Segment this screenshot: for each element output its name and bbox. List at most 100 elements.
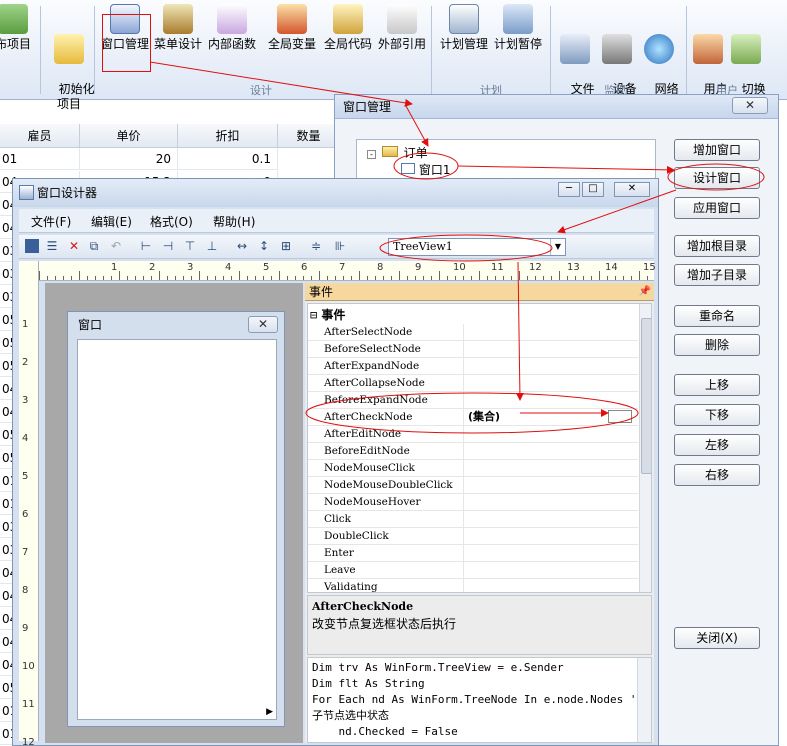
horizontal-spacing-icon[interactable]: ⊪ <box>329 239 351 253</box>
switch-user-button[interactable]: 切换 用户 <box>719 4 773 111</box>
collapse-icon[interactable]: ⊟ <box>310 308 317 322</box>
same-width-icon[interactable]: ↔ <box>235 239 249 253</box>
vertical-spacing-icon[interactable]: ≑ <box>309 239 323 253</box>
align-left-icon[interactable]: ⊢ <box>139 239 153 253</box>
close-icon[interactable]: ✕ <box>614 182 650 197</box>
menu-format[interactable]: 格式(O) <box>150 213 193 230</box>
global-code-button[interactable]: 全局代码 <box>321 4 375 76</box>
column-header[interactable]: 数量 <box>278 124 340 148</box>
scrollbar-thumb[interactable] <box>641 318 651 474</box>
apply-window-button[interactable]: 应用窗口 <box>674 197 760 219</box>
move-down-button[interactable]: 下移 <box>674 404 760 426</box>
form-preview[interactable]: 窗口 ✕ ▶ <box>67 311 285 727</box>
ellipsis-button[interactable] <box>608 410 632 423</box>
close-icon[interactable]: ✕ <box>248 316 278 333</box>
event-row[interactable]: NodeMouseDoubleClick <box>308 477 638 494</box>
event-row[interactable]: AfterCheckNode (集合) <box>308 409 638 426</box>
menu-edit[interactable]: 编辑(E) <box>91 213 132 230</box>
chevron-right-icon[interactable]: ▶ <box>266 707 273 717</box>
align-top-icon[interactable]: ⊤ <box>183 239 197 253</box>
event-row[interactable]: BeforeEditNode <box>308 443 638 460</box>
design-canvas[interactable]: 窗口 ✕ ▶ <box>45 283 303 743</box>
event-row[interactable]: AfterSelectNode <box>308 324 638 341</box>
move-right-button[interactable]: 右移 <box>674 464 760 486</box>
event-row[interactable]: AfterCollapseNode <box>308 375 638 392</box>
properties-icon[interactable]: ☰ <box>45 239 59 253</box>
ruler-tick <box>95 276 96 280</box>
events-category[interactable]: ⊟ 事件 <box>310 306 345 323</box>
tree-root[interactable]: - 订单 <box>367 144 428 161</box>
same-height-icon[interactable]: ↕ <box>257 239 271 253</box>
undo-icon[interactable]: ↶ <box>109 239 123 253</box>
menu-design-button[interactable]: 菜单设计 <box>151 4 205 76</box>
close-icon[interactable]: ✕ <box>732 97 768 114</box>
scrollbar[interactable] <box>637 658 651 742</box>
event-row[interactable]: NodeMouseHover <box>308 494 638 511</box>
tree-item-window1[interactable]: 窗口1 <box>401 161 450 178</box>
event-row[interactable]: AfterEditNode <box>308 426 638 443</box>
maximize-icon[interactable]: □ <box>582 182 604 197</box>
column-header[interactable]: 单价 <box>80 124 178 148</box>
menu-file[interactable]: 文件(F) <box>31 213 71 230</box>
add-window-button[interactable]: 增加窗口 <box>674 139 760 161</box>
event-row[interactable]: NodeMouseClick <box>308 460 638 477</box>
ruler-tick <box>623 276 624 280</box>
control-selector[interactable]: TreeView1 ▼ <box>388 238 566 256</box>
pin-icon[interactable]: 📌 <box>639 283 651 301</box>
minimize-icon[interactable]: ─ <box>558 182 580 197</box>
event-row[interactable]: Leave <box>308 562 638 579</box>
plan-pause-button[interactable]: 计划暂停 <box>491 4 545 76</box>
chevron-down-icon[interactable]: ▼ <box>550 239 565 255</box>
add-root-button[interactable]: 增加根目录 <box>674 235 760 257</box>
align-bottom-icon[interactable]: ⊥ <box>205 239 219 253</box>
plan-manage-button[interactable]: 计划管理 <box>437 4 491 76</box>
move-left-button[interactable]: 左移 <box>674 434 760 456</box>
ruler-tick <box>303 276 304 280</box>
move-up-button[interactable]: 上移 <box>674 374 760 396</box>
event-value[interactable]: (集合) <box>468 409 500 425</box>
column-header[interactable]: 雇员 <box>0 124 80 148</box>
publish-project-button[interactable]: 布项目 <box>0 4 40 76</box>
copy-icon[interactable]: ⧉ <box>87 239 101 253</box>
scrollbar[interactable] <box>639 304 651 592</box>
column-header[interactable]: 折扣 <box>178 124 278 148</box>
code-editor[interactable]: Dim trv As WinForm.TreeView = e.Sender Di… <box>307 657 652 743</box>
external-reference-button[interactable]: 外部引用 <box>375 4 429 76</box>
ruler-tick <box>231 276 232 280</box>
close-dialog-button[interactable]: 关闭(X) <box>674 627 760 649</box>
add-child-button[interactable]: 增加子目录 <box>674 264 760 286</box>
network-monitor-button[interactable]: 网络 监视器 <box>632 4 686 111</box>
same-size-icon[interactable]: ⊞ <box>279 239 293 253</box>
ruler-tick <box>319 271 320 280</box>
menu-help[interactable]: 帮助(H) <box>213 213 255 230</box>
event-row[interactable]: Validating <box>308 579 638 592</box>
event-row[interactable]: AfterExpandNode <box>308 358 638 375</box>
grid-cell[interactable]: 20 <box>80 148 178 170</box>
global-variable-button[interactable]: 全局变量 <box>265 4 319 76</box>
ruler-tick <box>295 276 296 280</box>
event-row[interactable]: DoubleClick <box>308 528 638 545</box>
rename-button[interactable]: 重命名 <box>674 305 760 327</box>
design-window-button[interactable]: 设计窗口 <box>674 167 760 189</box>
event-row[interactable]: Enter <box>308 545 638 562</box>
event-row[interactable]: BeforeSelectNode <box>308 341 638 358</box>
ruler-tick <box>151 276 152 280</box>
init-project-button[interactable]: 初始化 项目 <box>42 4 96 111</box>
grid-cell[interactable]: 01 <box>0 148 80 170</box>
ruler-tick <box>263 276 264 280</box>
ruler-tick <box>367 276 368 280</box>
grid-cell[interactable]: 0.1 <box>178 148 278 170</box>
event-row[interactable]: BeforeExpandNode <box>308 392 638 409</box>
save-icon[interactable] <box>25 239 39 253</box>
event-row[interactable]: Click <box>308 511 638 528</box>
ruler-tick <box>439 271 440 280</box>
ruler-tick <box>311 276 312 280</box>
delete-button[interactable]: 删除 <box>674 334 760 356</box>
align-right-icon[interactable]: ⊣ <box>161 239 175 253</box>
delete-icon[interactable]: ✕ <box>67 239 81 253</box>
ruler-number: 9 <box>22 623 29 634</box>
treeview-control[interactable]: ▶ <box>77 339 277 720</box>
collapse-icon[interactable]: - <box>367 150 376 159</box>
internal-function-button[interactable]: 内部函数 <box>205 4 259 76</box>
ruler-tick <box>591 276 592 280</box>
